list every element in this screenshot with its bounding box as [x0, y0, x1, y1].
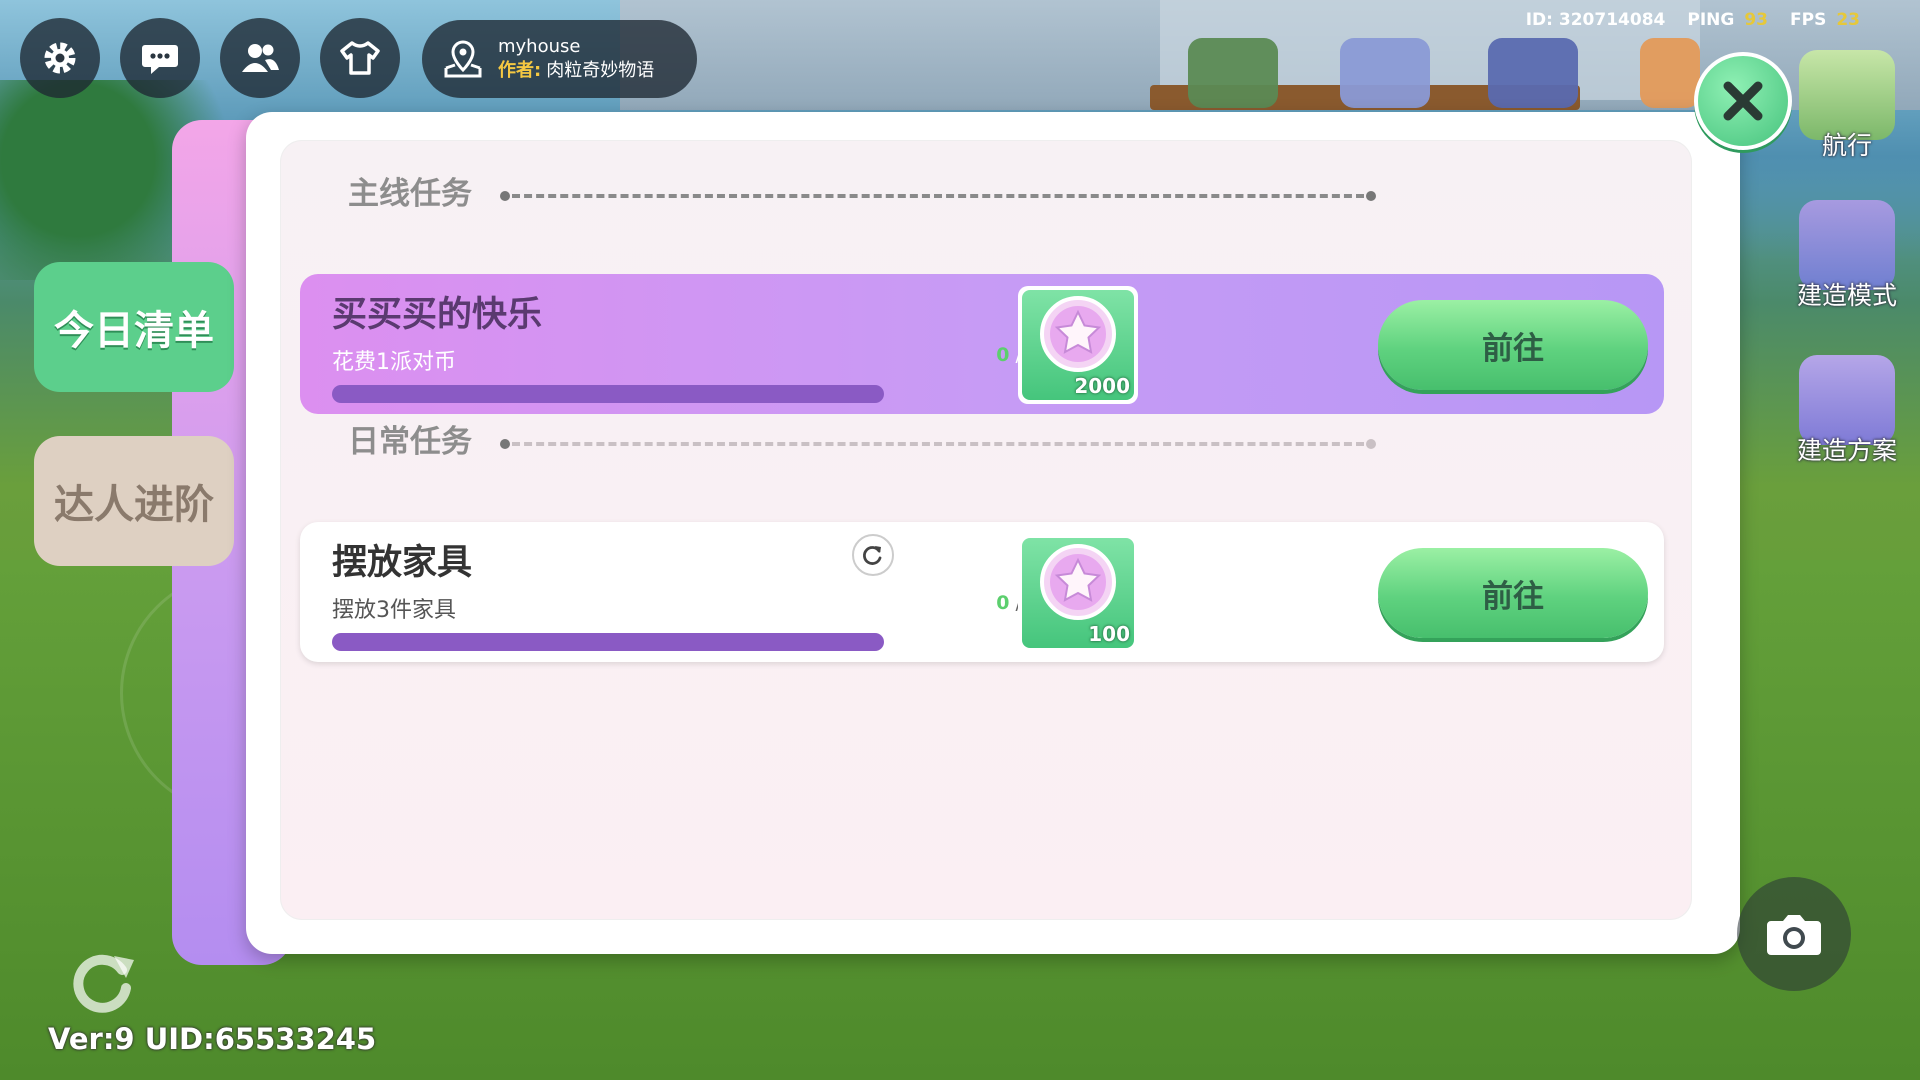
chat-button[interactable]: [120, 18, 200, 98]
sail-label: 航行: [1821, 131, 1872, 160]
location-pill[interactable]: myhouse 作者: 肉粒奇妙物语: [422, 20, 697, 98]
main-section-divider: [512, 194, 1364, 198]
main-section-title: 主线任务: [348, 176, 472, 212]
reward-tile: 100: [1022, 538, 1134, 648]
main-task-progress-text: 0 / 1: [800, 344, 1040, 366]
build-mode-button[interactable]: 建造模式: [1792, 200, 1902, 312]
ping-stat: PING 93: [1687, 10, 1768, 30]
main-task-go-button[interactable]: 前往: [1378, 300, 1648, 390]
main-task-title: 买买买的快乐: [332, 295, 543, 335]
daily-task-progress-current: 0: [996, 592, 1010, 614]
daily-task-reward-amount: 100: [1088, 622, 1130, 646]
build-plan-button[interactable]: 建造方案: [1792, 355, 1902, 467]
build-plan-label: 建造方案: [1796, 436, 1897, 465]
map-pin-icon: [444, 40, 482, 78]
main-task-progress-bar: [332, 385, 884, 403]
backpack-decoration: [1188, 38, 1278, 108]
build-mode-label: 建造模式: [1796, 281, 1897, 310]
daily-task-progress-text: 0 / 3: [800, 592, 1040, 614]
daily-task-refresh-button[interactable]: [852, 534, 894, 576]
camera-button[interactable]: [1737, 877, 1851, 991]
close-button[interactable]: [1694, 52, 1792, 150]
tab-expert-advance-label: 达人进阶: [54, 482, 214, 528]
section-divider-dot: [500, 439, 510, 449]
daily-section-divider: [512, 442, 1364, 446]
task-panel: 主线任务 买买买的快乐 花费1派对币 0 / 1 20: [246, 112, 1740, 954]
daily-task-go-label: 前往: [1482, 578, 1544, 615]
bag-decoration: [1488, 38, 1578, 108]
daily-task-description: 摆放3件家具: [332, 598, 456, 623]
settings-button[interactable]: [20, 18, 100, 98]
star-coin-icon: [1040, 544, 1116, 620]
shirt-icon: [340, 41, 380, 75]
main-task-reward-amount: 2000: [1074, 374, 1130, 398]
main-task-progress-current: 0: [996, 344, 1010, 366]
section-divider-dot: [500, 191, 510, 201]
outfit-button[interactable]: [320, 18, 400, 98]
sail-button[interactable]: 航行: [1792, 50, 1902, 162]
main-task-reward[interactable]: 2000: [1018, 286, 1138, 404]
daily-task-go-button[interactable]: 前往: [1378, 548, 1648, 638]
tab-expert-advance[interactable]: 达人进阶: [34, 436, 234, 566]
tab-today-list[interactable]: 今日清单: [34, 262, 234, 392]
fps-stat: FPS 23: [1790, 10, 1860, 30]
daily-task-title: 摆放家具: [332, 543, 473, 583]
task-panel-inner: 主线任务 买买买的快乐 花费1派对币 0 / 1 20: [280, 140, 1692, 920]
main-task-description: 花费1派对币: [332, 350, 456, 375]
ping-label: PING: [1687, 10, 1735, 30]
chat-bubble-icon: [142, 45, 178, 74]
reload-icon: [73, 954, 134, 1013]
main-task-card: 买买买的快乐 花费1派对币 0 / 1 2000: [300, 274, 1664, 414]
close-icon: [1723, 81, 1763, 121]
id-label: ID:: [1525, 10, 1553, 30]
friends-button[interactable]: [220, 18, 300, 98]
reward-tile: 2000: [1022, 290, 1134, 400]
daily-task-progress-bar: [332, 633, 884, 651]
hat-decoration: [1640, 38, 1700, 108]
camera-icon: [1767, 915, 1821, 955]
people-icon: [242, 44, 279, 72]
refresh-icon: [863, 546, 882, 565]
reload-button[interactable]: [62, 948, 146, 1014]
location-name: myhouse: [498, 36, 581, 57]
section-divider-dot: [1366, 439, 1376, 449]
daily-task-reward[interactable]: 100: [1018, 534, 1138, 652]
gear-icon: [44, 42, 76, 74]
main-task-go-label: 前往: [1482, 330, 1544, 367]
section-divider-dot: [1366, 191, 1376, 201]
network-stats: ID: 320714084 PING 93 FPS 23: [1526, 10, 1860, 30]
author-name: 肉粒奇妙物语: [546, 60, 655, 81]
id-value: 320714084: [1558, 10, 1666, 30]
player-id: ID: 320714084: [1526, 10, 1666, 30]
version-text: Ver:9 UID:65533245: [48, 1022, 377, 1056]
tab-today-list-label: 今日清单: [54, 308, 214, 354]
fps-value: 23: [1836, 10, 1860, 30]
ping-value: 93: [1744, 10, 1768, 30]
daily-section-title: 日常任务: [348, 424, 472, 460]
star-coin-icon: [1040, 296, 1116, 372]
fps-label: FPS: [1790, 10, 1827, 30]
author-label: 作者:: [498, 60, 542, 81]
daily-task-card: 摆放家具 摆放3件家具 0 / 3: [300, 522, 1664, 662]
gear-decoration: [1340, 38, 1430, 108]
